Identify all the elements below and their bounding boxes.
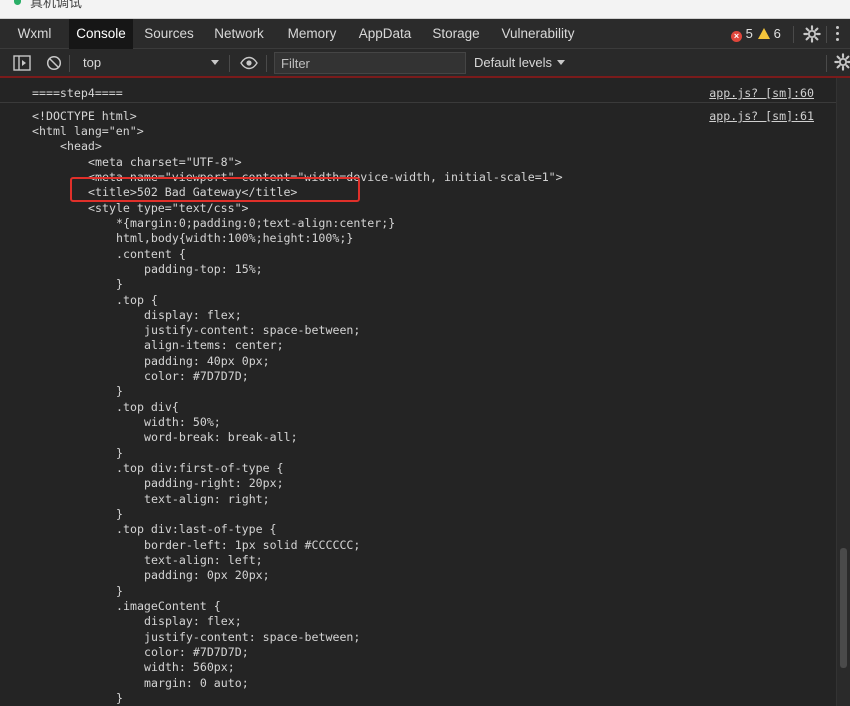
- source-link[interactable]: app.js? [sm]:60: [709, 86, 814, 100]
- code-line: <html lang="en">: [32, 124, 144, 138]
- toolbar-divider: [229, 55, 230, 72]
- code-line: display: flex;: [144, 307, 242, 322]
- code-line: padding: 0px 20px;: [144, 568, 270, 583]
- filter-input[interactable]: [274, 52, 466, 74]
- message-text: ====step4====: [32, 86, 123, 100]
- code-line: .top div:first-of-type {: [116, 461, 284, 476]
- tab-storage[interactable]: Storage: [426, 19, 486, 49]
- code-line: <head>: [60, 139, 102, 154]
- code-line: .content {: [116, 246, 186, 261]
- code-line: word-break: break-all;: [144, 430, 298, 445]
- toolbar-divider: [826, 55, 827, 72]
- code-line: color: #7D7D7D;: [144, 369, 249, 384]
- error-counter[interactable]: × 5: [731, 26, 753, 42]
- code-line: html,body{width:100%;height:100%;}: [116, 231, 354, 246]
- chevron-down-icon: [211, 60, 219, 65]
- gear-icon[interactable]: [834, 53, 850, 71]
- tab-console[interactable]: Console: [69, 19, 133, 49]
- code-line: border-left: 1px solid #CCCCCC;: [144, 537, 361, 552]
- code-line: }: [116, 583, 123, 598]
- error-count: 5: [745, 26, 753, 41]
- console-output: ====step4==== app.js? [sm]:60 <!DOCTYPE …: [0, 78, 836, 706]
- warning-icon: [758, 28, 770, 39]
- message-text: <!DOCTYPE html>: [32, 109, 137, 123]
- title-highlight-box: [70, 177, 360, 202]
- tab-network[interactable]: Network: [209, 19, 269, 49]
- toolbar-divider: [793, 26, 794, 43]
- code-line: justify-content: space-between;: [144, 629, 361, 644]
- error-icon: ×: [731, 31, 742, 42]
- code-line: }: [116, 690, 123, 705]
- code-line: color: #7D7D7D;: [144, 644, 249, 659]
- toolbar-divider: [69, 55, 70, 72]
- code-line: .top {: [116, 292, 158, 307]
- clear-console-icon[interactable]: [45, 55, 63, 71]
- devtools-tab-bar: Wxml Console Sources Network Memory AppD…: [0, 19, 850, 49]
- toolbar-divider: [826, 26, 827, 43]
- code-line: display: flex;: [144, 614, 242, 629]
- tab-wxml[interactable]: Wxml: [0, 19, 69, 49]
- code-line: width: 50%;: [144, 415, 221, 430]
- code-line: padding-top: 15%;: [144, 261, 263, 276]
- tab-sources[interactable]: Sources: [139, 19, 199, 49]
- log-levels-dropdown[interactable]: Default levels: [474, 53, 566, 73]
- code-line: text-align: left;: [144, 552, 263, 567]
- source-link[interactable]: app.js? [sm]:61: [709, 109, 814, 123]
- gear-icon[interactable]: [803, 25, 821, 43]
- log-levels-label: Default levels: [474, 55, 553, 70]
- tab-appdata[interactable]: AppData: [355, 19, 415, 49]
- code-line: *{margin:0;padding:0;text-align:center;}: [116, 215, 396, 230]
- code-line: }: [116, 277, 123, 292]
- tab-vulnerability[interactable]: Vulnerability: [497, 19, 579, 49]
- console-filter-bar: top Default levels: [0, 49, 850, 78]
- code-line: }: [116, 507, 123, 521]
- title-strip: 真机调试: [0, 0, 850, 19]
- sidebar-toggle-icon[interactable]: [13, 55, 31, 71]
- context-select[interactable]: top: [78, 53, 226, 73]
- console-scrollbar[interactable]: [836, 78, 850, 706]
- eye-icon[interactable]: [240, 55, 258, 71]
- code-line: justify-content: space-between;: [144, 323, 361, 338]
- code-line: padding-right: 20px;: [144, 476, 284, 491]
- title-strip-text: 真机调试: [30, 0, 83, 11]
- toolbar-divider: [266, 55, 267, 72]
- console-message: ====step4==== app.js? [sm]:60: [0, 78, 836, 103]
- app-icon: [14, 0, 21, 5]
- warning-counter[interactable]: 6: [758, 27, 781, 41]
- code-line: .top div:last-of-type {: [116, 522, 277, 537]
- code-line: <style type="text/css">: [88, 200, 249, 215]
- code-line: }: [116, 384, 123, 399]
- warning-count: 6: [773, 26, 781, 41]
- more-icon[interactable]: [836, 26, 840, 42]
- tab-memory[interactable]: Memory: [282, 19, 342, 49]
- code-line: .imageContent {: [116, 598, 221, 613]
- code-line: .top div{: [116, 399, 179, 414]
- code-line: align-items: center;: [144, 338, 284, 353]
- code-line: <meta charset="UTF-8">: [88, 154, 242, 169]
- code-line: text-align: right;: [144, 491, 270, 506]
- scroll-thumb[interactable]: [840, 548, 847, 668]
- chevron-down-icon: [557, 60, 566, 65]
- code-line: margin: 0 auto;: [144, 675, 249, 690]
- code-line: width: 560px;: [144, 660, 235, 675]
- code-line: padding: 40px 0px;: [144, 353, 270, 368]
- code-line: }: [116, 445, 123, 460]
